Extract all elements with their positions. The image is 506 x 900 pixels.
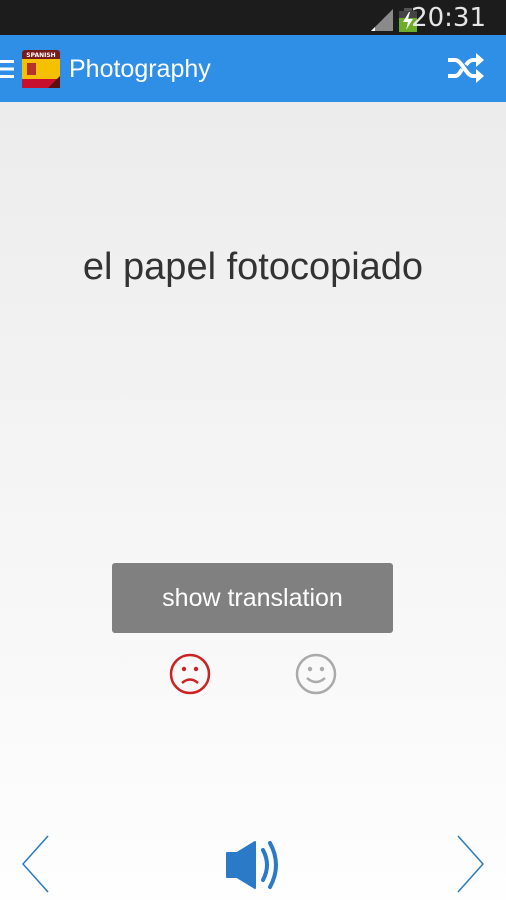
signal-icon — [371, 9, 393, 31]
flashcard-area — [0, 102, 506, 900]
show-translation-button[interactable]: show translation — [112, 563, 393, 633]
speaker-icon[interactable] — [225, 840, 283, 890]
page-title: Photography — [69, 55, 211, 83]
previous-arrow-icon[interactable] — [20, 835, 50, 893]
happy-face-icon[interactable] — [295, 653, 337, 695]
flag-label: SPANISH — [26, 52, 55, 59]
menu-icon[interactable] — [0, 58, 14, 80]
shuffle-icon[interactable] — [446, 51, 484, 85]
flashcard-word: el papel fotocopiado — [82, 246, 424, 288]
sad-face-icon[interactable] — [169, 653, 211, 695]
spanish-flag-logo[interactable]: SPANISH — [22, 50, 60, 88]
status-time: 20:31 — [411, 3, 486, 33]
next-arrow-icon[interactable] — [456, 835, 486, 893]
status-bar: 20:31 — [0, 0, 506, 35]
